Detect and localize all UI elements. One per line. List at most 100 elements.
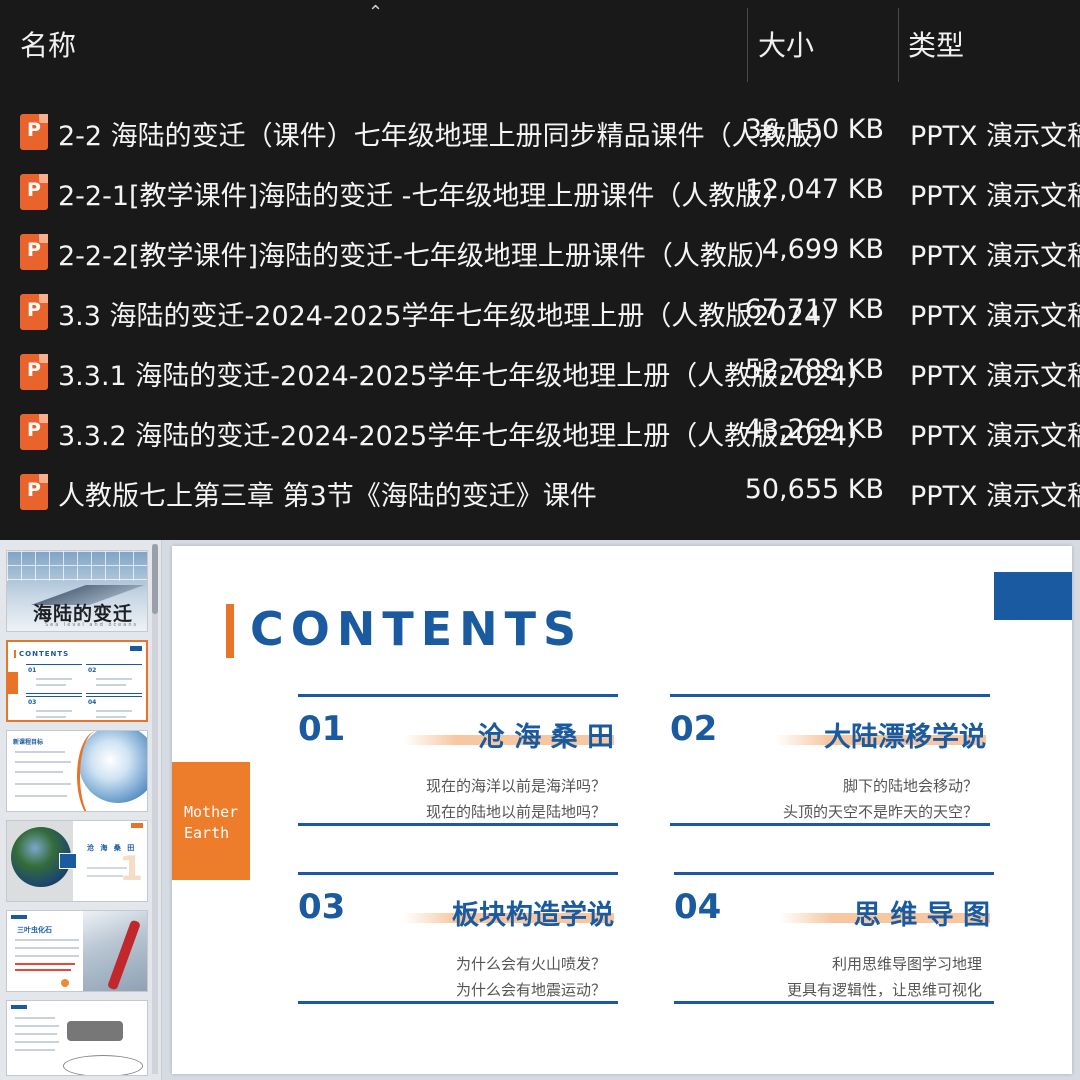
text-line [87,867,127,869]
text-line [15,1049,55,1051]
file-size: 12,047 KB [744,174,884,205]
column-divider[interactable] [747,8,748,82]
title-accent-bar [226,604,234,658]
file-name: 人教版七上第三章 第3节《海陆的变迁》课件 [58,481,597,512]
item-desc: 现在的海洋以前是海洋吗？ [425,777,606,795]
item-desc: 现在的陆地以前是陆地吗？ [425,803,606,821]
item-title: 沧 海 桑 田 [477,722,614,753]
column-header-type[interactable]: 类型 [908,24,964,64]
file-row[interactable]: P 人教版七上第三章 第3节《海陆的变迁》课件 50,655 KB PPTX 演… [0,462,1080,522]
slide-thumbnail-6[interactable] [6,1000,148,1076]
file-name: 3.3 海陆的变迁-2024-2025学年七年级地理上册（人教版2024） [58,301,849,332]
orange-block [131,823,143,828]
blue-tag [11,1005,27,1009]
content-cell: 02 [86,664,142,694]
file-row[interactable]: P 3.3.2 海陆的变迁-2024-2025学年七年级地理上册（人教版2024… [0,402,1080,462]
file-type: PPTX 演示文稿 [910,181,1080,212]
contents-item-01: 01 沧 海 桑 田 现在的海洋以前是海洋吗？ 现在的陆地以前是陆地吗？ [298,694,618,826]
slide-thumbnail-pane: 海陆的变迁 Sea level and oceans CONTENTS 01 0… [0,540,162,1080]
pptx-file-icon: P [20,114,48,150]
file-row[interactable]: P 2-2-2[教学课件]海陆的变迁-七年级地理上册课件（人教版） 4,699 … [0,222,1080,282]
text-line [15,1033,57,1035]
highlight-line [15,963,75,965]
text-line [15,1017,55,1019]
content-cell: 04 [86,696,142,720]
slide-thumbnail-5[interactable]: 三叶虫化石 [6,910,148,992]
text-line [15,939,79,941]
slide-title: CONTENTS [250,602,584,656]
thumbnail-scrollbar[interactable] [152,544,158,1074]
text-line [15,1025,59,1027]
file-size: 52,788 KB [744,354,884,385]
file-type: PPTX 演示文稿 [910,481,1080,512]
blue-block [130,646,142,651]
contents-item-03: 03 板块构造学说 为什么会有火山喷发？ 为什么会有地震运动？ [298,872,618,1004]
text-line [87,875,123,877]
accent-bar [14,650,16,658]
pptx-file-icon: P [20,294,48,330]
file-explorer: ⌃ 名称 大小 类型 P 2-2 海陆的变迁（课件）七年级地理上册同步精品课件（… [0,0,1080,540]
thumbnail-title: 新课程目标 [13,739,44,746]
orange-arc [77,731,117,811]
item-number: 02 [670,709,718,749]
fossil-graphic [67,1021,123,1041]
thumbnail-subtitle: Sea level and oceans [45,622,139,628]
text-line [15,947,79,949]
file-type: PPTX 演示文稿 [910,121,1080,152]
part-number: 1 [119,849,143,889]
file-row[interactable]: P 3.3.1 海陆的变迁-2024-2025学年七年级地理上册（人教版2024… [0,342,1080,402]
contents-item-04: 04 思 维 导 图 利用思维导图学习地理 更具有逻辑性，让思维可视化 [674,872,994,1004]
file-row[interactable]: P 3.3 海陆的变迁-2024-2025学年七年级地理上册（人教版2024） … [0,282,1080,342]
item-number: 03 [298,887,346,927]
item-desc: 为什么会有火山喷发？ [455,955,606,973]
item-desc: 利用思维导图学习地理 [831,955,982,973]
text-line [15,1041,59,1043]
item-desc: 为什么会有地震运动？ [455,981,606,999]
item-number: 01 [298,709,346,749]
content-cell: 01 [26,664,82,694]
file-size: 50,655 KB [744,474,884,505]
side-label: Mother Earth [184,803,239,842]
presentation-editor: 海陆的变迁 Sea level and oceans CONTENTS 01 0… [0,540,1080,1080]
file-type: PPTX 演示文稿 [910,361,1080,392]
pptx-file-icon: P [20,414,48,450]
slide-thumbnail-2[interactable]: CONTENTS 01 02 03 04 [6,640,148,722]
text-line [15,783,71,785]
thumbnail-title: CONTENTS [19,650,70,658]
orange-block [8,672,18,694]
sort-ascending-icon[interactable]: ⌃ [368,2,383,23]
file-name: 2-2-2[教学课件]海陆的变迁-七年级地理上册课件（人教版） [58,241,781,272]
thumbnail-title: 三叶虫化石 [17,926,52,934]
column-divider[interactable] [898,8,899,82]
column-header-size[interactable]: 大小 [758,24,814,64]
text-line [15,751,65,753]
slide-thumbnail-4[interactable]: 沧 海 桑 田 1 [6,820,148,902]
slide-canvas[interactable]: CONTENTS Mother Earth 01 沧 海 桑 田 现在的海洋以前… [172,546,1072,1074]
pptx-file-icon: P [20,234,48,270]
text-line [15,795,67,797]
part-badge [59,853,77,869]
file-size: 4,699 KB [761,234,884,265]
window-grid-graphic [7,551,147,581]
file-row[interactable]: P 2-2-1[教学课件]海陆的变迁 -七年级地理上册课件（人教版） 12,04… [0,162,1080,222]
item-title: 思 维 导 图 [853,900,990,931]
slide-thumbnail-1[interactable]: 海陆的变迁 Sea level and oceans [6,550,148,632]
file-name: 2-2-1[教学课件]海陆的变迁 -七年级地理上册课件（人教版） [58,181,790,212]
file-type: PPTX 演示文稿 [910,241,1080,272]
text-line [15,761,71,763]
file-row[interactable]: P 2-2 海陆的变迁（课件）七年级地理上册同步精品课件（人教版） 36,150… [0,102,1080,162]
content-cell: 03 [26,696,82,720]
slide-thumbnail-3[interactable]: 新课程目标 [6,730,148,812]
text-line [15,771,63,773]
thumbnail-scrollbar-thumb[interactable] [152,544,158,614]
skeleton-graphic [63,1055,143,1075]
item-title: 大陆漂移学说 [824,722,986,753]
blue-corner-block [994,572,1072,620]
text-line [15,955,79,957]
column-header-name[interactable]: 名称 [20,24,76,64]
pptx-file-icon: P [20,354,48,390]
file-size: 36,150 KB [744,114,884,145]
item-number: 04 [674,887,722,927]
file-size: 43,269 KB [744,414,884,445]
highlight-line [15,969,71,971]
